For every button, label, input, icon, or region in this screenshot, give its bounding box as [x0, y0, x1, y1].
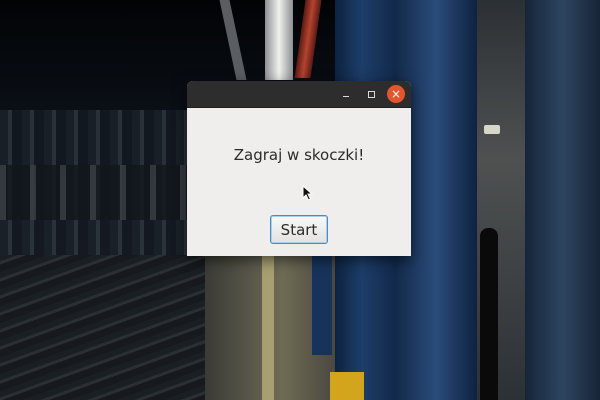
game-prompt-label: Zagraj w skoczki!	[233, 146, 365, 164]
maximize-button[interactable]	[362, 85, 380, 103]
wallpaper-train-windows	[0, 165, 190, 220]
wallpaper-yellow-pillar-base	[330, 372, 364, 400]
wallpaper-lamp	[484, 125, 500, 134]
minimize-icon	[343, 95, 349, 97]
start-button[interactable]: Start	[270, 215, 328, 244]
close-button[interactable]: ×	[387, 85, 405, 103]
minimize-button[interactable]	[337, 85, 355, 103]
maximize-icon	[367, 90, 375, 98]
window-content: Zagraj w skoczki! Start	[187, 108, 411, 256]
wallpaper-ceiling-light	[265, 0, 293, 80]
app-window: × Zagraj w skoczki! Start	[187, 81, 411, 256]
mouse-pointer-icon	[302, 185, 314, 201]
wallpaper-small-pillar	[312, 255, 332, 355]
window-titlebar[interactable]: ×	[187, 81, 411, 108]
wallpaper-platform-edge	[262, 255, 274, 400]
close-icon: ×	[390, 87, 402, 101]
wallpaper-blue-pillar-right	[525, 0, 600, 400]
wallpaper-person	[480, 228, 498, 400]
